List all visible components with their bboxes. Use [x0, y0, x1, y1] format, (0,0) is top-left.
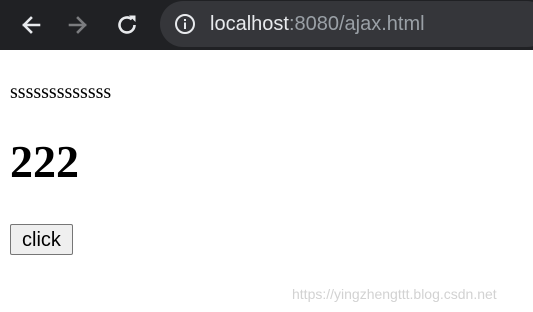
reload-icon — [118, 15, 136, 34]
url-text: localhost:8080/ajax.html — [210, 1, 425, 47]
forward-button[interactable] — [62, 10, 94, 40]
arrow-right-icon — [68, 16, 87, 34]
arrow-left-icon — [22, 16, 41, 34]
page-content: sssssssssssss 222 click https://yingzhen… — [0, 50, 533, 312]
reload-button[interactable] — [111, 10, 143, 40]
back-button[interactable] — [15, 10, 47, 40]
address-bar[interactable]: localhost:8080/ajax.html — [160, 1, 533, 47]
page-heading: 222 — [10, 136, 79, 187]
info-icon[interactable] — [174, 13, 196, 35]
paragraph-text: sssssssssssss — [10, 81, 112, 103]
url-path: :8080/ajax.html — [288, 13, 425, 35]
watermark-text: https://yingzhengttt.blog.csdn.net — [292, 286, 497, 302]
browser-toolbar: localhost:8080/ajax.html — [0, 0, 533, 50]
click-button[interactable]: click — [10, 224, 73, 255]
url-host: localhost — [210, 13, 289, 35]
